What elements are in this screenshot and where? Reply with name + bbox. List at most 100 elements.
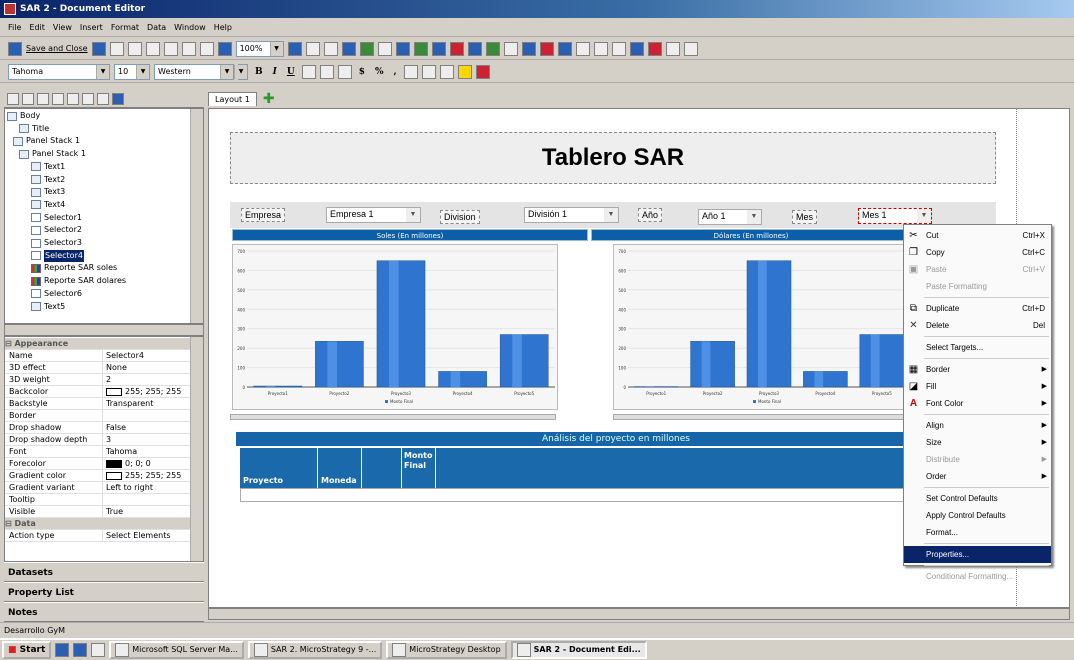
image-icon[interactable] <box>359 41 374 56</box>
property-row[interactable]: Border <box>5 410 199 422</box>
datasets-panel-button[interactable]: Datasets <box>4 562 204 582</box>
dolares-chart-area[interactable]: 0 100 200 300 400 500 600 700 Proyecto1 Proyecto2… <box>613 244 913 410</box>
menu-view[interactable]: View <box>53 23 72 32</box>
property-value[interactable] <box>103 410 199 421</box>
taskbar-button[interactable]: SAR 2 - Document Edi... <box>510 641 647 659</box>
desktop-icon[interactable] <box>55 643 70 657</box>
ano-selector[interactable]: Año 1 ▼ <box>698 209 762 225</box>
mes-selector[interactable]: Mes 1 ▼ <box>858 208 932 224</box>
property-value[interactable]: 255; 255; 255 <box>103 386 199 397</box>
graph-icon[interactable] <box>449 41 464 56</box>
tree-item[interactable]: Reporte SAR dolares <box>31 275 126 287</box>
currency-button[interactable]: $ <box>356 67 368 77</box>
menu-item-order[interactable]: Order ▶ <box>904 468 1051 485</box>
style-select[interactable]: ▼ <box>234 63 248 80</box>
font-size-select[interactable]: 10 ▼ <box>114 63 150 80</box>
menu-item-align[interactable]: Align ▶ <box>904 417 1051 434</box>
tree-item[interactable]: Text5 <box>31 301 65 313</box>
property-value[interactable]: Transparent <box>103 398 199 409</box>
soles-chart-scrollbar[interactable] <box>230 414 556 420</box>
canvas-hscrollbar[interactable] <box>208 608 1070 620</box>
percent-button[interactable]: % <box>372 67 387 77</box>
selector-icon[interactable] <box>503 41 518 56</box>
select-tool-icon[interactable] <box>305 41 320 56</box>
increase-decimal-icon[interactable] <box>403 64 418 79</box>
property-row[interactable]: 3D weight 2 <box>5 374 199 386</box>
menu-item-cut[interactable]: ✂ Cut Ctrl+X <box>904 227 1051 244</box>
menu-data[interactable]: Data <box>147 23 166 32</box>
property-scrollbar[interactable] <box>190 337 203 561</box>
empresa-selector[interactable]: Empresa 1 ▼ <box>326 207 421 223</box>
panel-icon[interactable] <box>467 41 482 56</box>
group-icon[interactable] <box>629 41 644 56</box>
cut-icon[interactable] <box>109 41 124 56</box>
menu-edit[interactable]: Edit <box>29 23 45 32</box>
menu-item-copy[interactable]: ❐ Copy Ctrl+C <box>904 244 1051 261</box>
property-value[interactable]: None <box>103 362 199 373</box>
menu-item-border[interactable]: ▦ Border ▶ <box>904 361 1051 378</box>
document-title[interactable]: Tablero SAR <box>230 132 996 184</box>
ie-icon[interactable] <box>73 643 88 657</box>
property-row[interactable]: Gradient variant Left to right <box>5 482 199 494</box>
zoom-out-icon[interactable] <box>217 41 232 56</box>
start-button[interactable]: ■ Start <box>2 641 52 659</box>
filter-label-mes[interactable]: Mes <box>792 210 818 224</box>
property-value[interactable]: Left to right <box>103 482 199 493</box>
property-row[interactable]: Backstyle Transparent <box>5 398 199 410</box>
comma-button[interactable]: , <box>391 67 400 77</box>
menu-item-delete[interactable]: ✕ Delete Del <box>904 317 1051 334</box>
taskbar-button[interactable]: Microsoft SQL Server Ma... <box>109 641 244 659</box>
font-color-icon[interactable] <box>475 64 490 79</box>
menu-item-duplicate[interactable]: ⧉ Duplicate Ctrl+D <box>904 300 1051 317</box>
property-row[interactable]: Backcolor 255; 255; 255 <box>5 386 199 398</box>
menu-item-font-color[interactable]: A Font Color ▶ <box>904 395 1051 412</box>
property-value[interactable]: Selector4 <box>103 350 199 361</box>
tab-layout-1[interactable]: Layout 1 <box>208 92 257 106</box>
report-header-icon[interactable] <box>7 92 19 105</box>
property-row[interactable]: Gradient color 255; 255; 255 <box>5 470 199 482</box>
soles-chart-area[interactable]: 0 100 200 300 400 500 600 700 Proyecto1 Proyecto2… <box>232 244 558 410</box>
tools-icon[interactable] <box>647 41 662 56</box>
menu-item-size[interactable]: Size ▶ <box>904 434 1051 451</box>
property-row[interactable]: Forecolor 0; 0; 0 <box>5 458 199 470</box>
property-value[interactable]: False <box>103 422 199 433</box>
tree-item[interactable]: Selector3 <box>31 237 82 249</box>
property-value[interactable]: Select Elements <box>103 530 199 541</box>
property-row[interactable]: Tooltip <box>5 494 199 506</box>
layout-icon[interactable] <box>683 41 698 56</box>
delete-icon[interactable] <box>163 41 178 56</box>
property-pages-icon[interactable] <box>112 92 124 105</box>
menu-insert[interactable]: Insert <box>80 23 103 32</box>
options-icon[interactable] <box>593 41 608 56</box>
tree-item[interactable]: Selector2 <box>31 224 82 236</box>
notes-panel-button[interactable]: Notes <box>4 602 204 622</box>
zoom-select[interactable]: 100% ▼ <box>235 40 284 57</box>
property-section[interactable]: ⊟ Appearance <box>5 338 199 350</box>
property-row[interactable]: Action type Select Elements <box>5 530 199 542</box>
tree-item[interactable]: Panel Stack 1 <box>13 135 80 147</box>
line-icon[interactable] <box>377 41 392 56</box>
categorized-icon[interactable] <box>82 92 94 105</box>
filter-label-division[interactable]: Division <box>440 210 480 224</box>
tree-item[interactable]: Panel Stack 1 <box>19 148 86 160</box>
property-value[interactable]: 255; 255; 255 <box>103 470 199 481</box>
menu-item-format[interactable]: Format... <box>904 524 1051 541</box>
property-row[interactable]: 3D effect None <box>5 362 199 374</box>
sort-az-icon[interactable] <box>97 92 109 105</box>
tree-item[interactable]: Text3 <box>31 186 65 198</box>
tree-item[interactable]: Selector6 <box>31 288 82 300</box>
bold-button[interactable]: B <box>252 67 266 77</box>
filter-label-ano[interactable]: Año <box>638 208 663 222</box>
save-close-button[interactable]: Save and Close <box>26 44 88 53</box>
lock-icon[interactable] <box>323 41 338 56</box>
property-list-panel-button[interactable]: Property List <box>4 582 204 602</box>
analysis-grid[interactable]: Proyecto Moneda Monto Final <box>240 448 996 488</box>
align-right-icon[interactable] <box>337 64 352 79</box>
align-left-icon[interactable] <box>301 64 316 79</box>
menu-help[interactable]: Help <box>214 23 232 32</box>
division-selector[interactable]: División 1 ▼ <box>524 207 619 223</box>
menu-format[interactable]: Format <box>111 23 139 32</box>
rectangle-icon[interactable] <box>395 41 410 56</box>
tree-item[interactable]: Text2 <box>31 174 65 186</box>
menu-file[interactable]: File <box>8 23 21 32</box>
